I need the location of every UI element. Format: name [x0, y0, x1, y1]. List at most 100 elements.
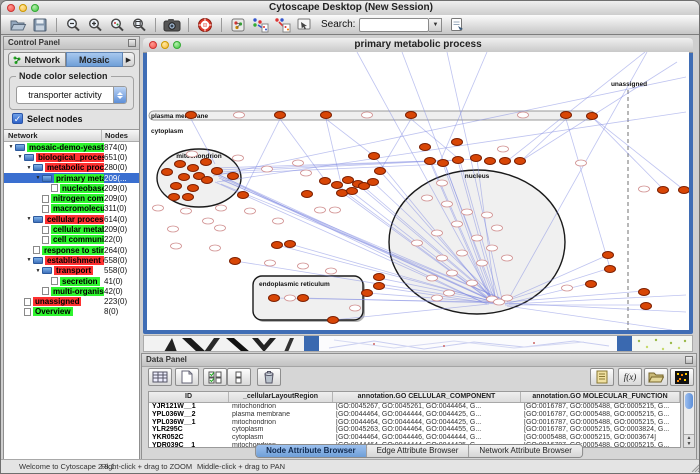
gene-node-highlighted[interactable]	[586, 281, 597, 288]
expander-icon[interactable]: ▼	[16, 154, 24, 160]
function-builder-icon[interactable]: f(x)	[618, 368, 642, 386]
gene-node-highlighted[interactable]	[658, 187, 669, 194]
edge[interactable]	[520, 119, 566, 162]
zoom-out-icon[interactable]	[62, 16, 84, 34]
table-scrollbar[interactable]: ▲▼	[683, 391, 695, 448]
expander-icon[interactable]: ▼	[34, 268, 42, 274]
edge[interactable]	[506, 52, 645, 162]
annotation-icon[interactable]	[293, 16, 315, 34]
gene-node-unselected[interactable]	[518, 112, 529, 118]
gene-node-highlighted[interactable]	[500, 158, 511, 165]
gene-node-unselected[interactable]	[447, 270, 458, 276]
manual-layout-icon[interactable]	[446, 16, 468, 34]
gene-node-highlighted[interactable]	[328, 317, 339, 324]
gene-node-unselected[interactable]	[293, 160, 304, 166]
gene-node-highlighted[interactable]	[561, 112, 572, 119]
gene-node-highlighted[interactable]	[188, 165, 199, 172]
tree-header-network[interactable]: Network	[4, 130, 102, 141]
node-color-dropdown[interactable]: transporter activity	[16, 86, 127, 104]
gene-node-highlighted[interactable]	[485, 158, 496, 165]
apply-layout-1-icon[interactable]	[249, 16, 271, 34]
column-header[interactable]: annotation.GO CELLULAR_COMPONENT	[333, 392, 521, 402]
gene-node-highlighted[interactable]	[369, 153, 380, 160]
gene-node-unselected[interactable]	[262, 166, 273, 172]
tree-item-secretion[interactable]: secretion41(0)	[4, 276, 139, 286]
tree-item-response-to-stimulu[interactable]: response to stimulu264(0)	[4, 245, 139, 255]
tree-item-cellular-process[interactable]: ▼cellular process614(0)	[4, 214, 139, 224]
save-icon[interactable]	[29, 16, 51, 34]
table-row[interactable]: YJR121W__1mitochondrion[GO:0045267, GO:0…	[149, 403, 680, 411]
gene-node-unselected[interactable]	[171, 243, 182, 249]
gene-node-highlighted[interactable]	[452, 139, 463, 146]
unselect-attributes-icon[interactable]	[227, 368, 251, 386]
table-row[interactable]: YKR052Ccytoplasm[GO:0044464, GO:0044446,…	[149, 434, 680, 442]
expander-icon[interactable]: ▼	[7, 144, 15, 150]
gene-node-unselected[interactable]	[273, 218, 284, 224]
gene-node-unselected[interactable]	[210, 245, 221, 251]
gene-node-highlighted[interactable]	[374, 283, 385, 290]
gene-node-highlighted[interactable]	[332, 182, 343, 189]
select-attributes-icon[interactable]	[203, 368, 227, 386]
gene-node-unselected[interactable]	[492, 225, 503, 231]
gene-node-highlighted[interactable]	[375, 168, 386, 175]
column-header[interactable]: annotation.GO MOLECULAR_FUNCTION	[521, 392, 680, 402]
edge[interactable]	[566, 119, 610, 268]
gene-node-unselected[interactable]	[462, 209, 473, 215]
gene-node-highlighted[interactable]	[471, 155, 482, 162]
gene-node-highlighted[interactable]	[420, 144, 431, 151]
search-input[interactable]	[359, 18, 429, 32]
zoom-in-icon[interactable]	[84, 16, 106, 34]
network-view-titlebar[interactable]: primary metabolic process	[143, 38, 693, 53]
gene-node-unselected[interactable]	[444, 290, 455, 296]
gene-node-unselected[interactable]	[432, 230, 443, 236]
gene-node-highlighted[interactable]	[186, 112, 197, 119]
tree-item-overview[interactable]: Overview8(0)	[4, 307, 139, 317]
gene-node-highlighted[interactable]	[238, 192, 249, 199]
tab-mosaic[interactable]: Mosaic	[66, 52, 124, 67]
tree-item-cell-communicat[interactable]: cell communicat22(0)	[4, 235, 139, 245]
gene-node-highlighted[interactable]	[374, 274, 385, 281]
gene-node-highlighted[interactable]	[169, 194, 180, 201]
gene-node-unselected[interactable]	[362, 112, 373, 118]
gene-node-unselected[interactable]	[315, 207, 326, 213]
gene-node-unselected[interactable]	[487, 245, 498, 251]
gene-node-unselected[interactable]	[233, 155, 244, 161]
float-panel-icon[interactable]	[128, 39, 136, 47]
open-file-icon[interactable]	[7, 16, 29, 34]
network-canvas[interactable]: plasma membrane cytoplasm mitochondrion …	[147, 52, 689, 330]
gene-node-unselected[interactable]	[502, 255, 513, 261]
gene-node-highlighted[interactable]	[183, 194, 194, 201]
more-tabs-arrow-icon[interactable]: ▶	[123, 52, 135, 67]
tree-item-macromolecule[interactable]: macromolecule311(0)	[4, 204, 139, 214]
tab-network-attribute-browser[interactable]: Network Attribute Browser	[469, 445, 581, 457]
gene-node-unselected[interactable]	[234, 112, 245, 118]
scrollbar-arrows-icon[interactable]: ▲▼	[684, 434, 694, 447]
expander-icon[interactable]: ▼	[34, 175, 42, 181]
apply-layout-2-icon[interactable]	[271, 16, 293, 34]
tree-item-cellular-metabo[interactable]: cellular metabo209(0)	[4, 224, 139, 234]
gene-node-unselected[interactable]	[452, 221, 463, 227]
gene-node-unselected[interactable]	[181, 208, 192, 214]
gene-node-highlighted[interactable]	[202, 177, 213, 184]
gene-node-highlighted[interactable]	[515, 158, 526, 165]
gene-node-highlighted[interactable]	[406, 112, 417, 119]
gene-node-unselected[interactable]	[203, 218, 214, 224]
new-attribute-icon[interactable]	[175, 368, 199, 386]
gene-node-highlighted[interactable]	[679, 187, 690, 194]
edge[interactable]	[503, 303, 686, 312]
gene-node-unselected[interactable]	[245, 208, 256, 214]
gene-node-highlighted[interactable]	[298, 295, 309, 302]
gene-node-unselected[interactable]	[498, 146, 509, 152]
tab-edge-attribute-browser[interactable]: Edge Attribute Browser	[367, 445, 470, 457]
gene-node-unselected[interactable]	[562, 285, 573, 291]
gene-node-highlighted[interactable]	[605, 266, 616, 273]
scrollbar-thumb[interactable]	[685, 393, 693, 409]
gene-node-unselected[interactable]	[265, 260, 276, 266]
edge[interactable]	[592, 117, 684, 190]
gene-node-unselected[interactable]	[298, 263, 309, 269]
gene-node-unselected[interactable]	[168, 226, 179, 232]
gene-node-unselected[interactable]	[285, 295, 296, 301]
edge[interactable]	[213, 77, 686, 176]
load-attributes-icon[interactable]	[644, 368, 668, 386]
gene-node-unselected[interactable]	[477, 260, 488, 266]
